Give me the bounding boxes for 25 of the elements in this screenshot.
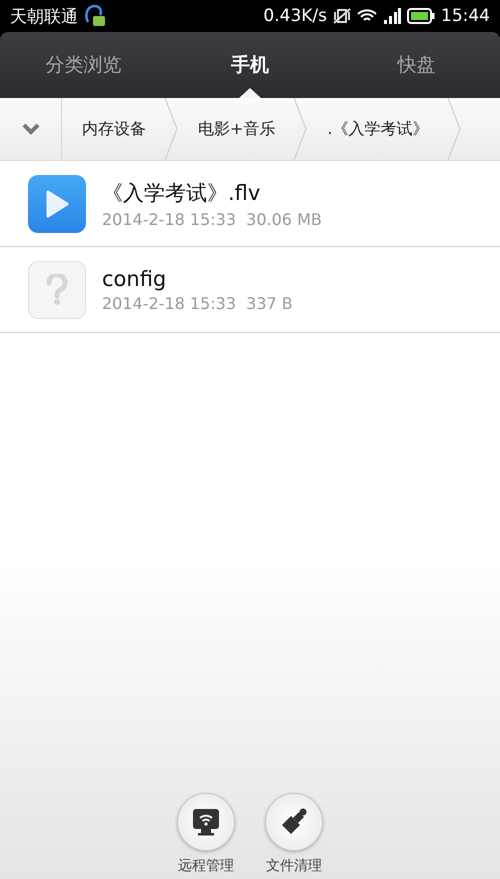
breadcrumb-item[interactable]: 内存设备 [62,98,178,160]
video-file-icon [28,174,86,232]
chevron-down-icon [22,123,40,135]
action-button[interactable] [177,793,235,851]
monitor-wifi-icon [192,808,220,836]
vibrate-off-icon [333,8,351,24]
clock-time: 15:44 [441,6,490,26]
carrier-name: 天朝联通 [10,6,78,28]
file-name: config [102,266,168,290]
network-speed: 0.43K/s [263,6,327,26]
file-name: 《入学考试》.flv [102,180,262,206]
tab[interactable]: 快盘 [333,32,500,98]
action-label: 文件清理 [266,857,322,875]
tab[interactable]: 分类浏览 [0,32,167,98]
action-button[interactable] [265,793,323,851]
file-details: 2014-2-18 15:33 337 B [102,294,293,312]
action-label: 远程管理 [178,857,234,875]
signal-icon [383,8,401,24]
breadcrumb-item[interactable]: 电影+音乐 [178,98,308,160]
file-row[interactable]: 《入学考试》.flv 2014-2-18 15:33 30.06 MB [0,161,500,247]
breadcrumb-item[interactable]: .《入学考试》 [307,98,460,160]
file-details: 2014-2-18 15:33 30.06 MB [102,210,322,228]
battery-icon [407,8,435,24]
file-row[interactable]: config 2014-2-18 15:33 337 B [0,247,500,333]
unknown-file-icon [28,260,86,318]
